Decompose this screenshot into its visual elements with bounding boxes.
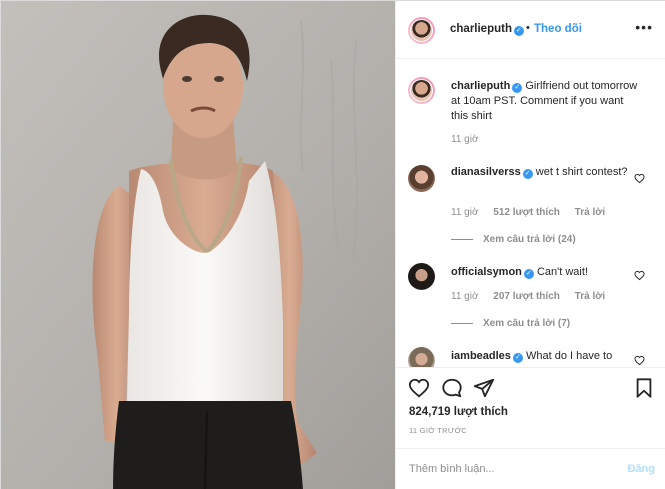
reply-button[interactable]: Trả lời: [575, 291, 605, 302]
post-time-ago[interactable]: 11 GIỜ TRƯỚC: [409, 426, 467, 435]
comment-avatar[interactable]: [408, 347, 435, 367]
comment-avatar[interactable]: [408, 263, 435, 290]
comment-meta: 11 giờ 512 lượt thích Trả lời: [451, 207, 617, 218]
comment-item: dianasilverss ✓ wet t shirt contest? 11 g…: [396, 163, 665, 253]
comment-item: iambeadles ✓ What do I have to: [396, 347, 665, 367]
caption-text: charlieputh ✓ Girlfriend out tomorrow at …: [451, 79, 641, 124]
comment-like-heart-icon[interactable]: [634, 173, 645, 184]
post-side-panel: charlieputh ✓ • Theo dõi ••• charlieputh ✓…: [395, 1, 665, 489]
bookmark-icon[interactable]: [633, 377, 655, 399]
comment-body: What do I have to: [525, 350, 613, 362]
heart-icon[interactable]: [408, 377, 430, 399]
caption-username[interactable]: charlieputh: [451, 80, 510, 92]
view-replies-link[interactable]: Xem câu trả lời (7): [451, 318, 570, 329]
verified-badge-icon: ✓: [522, 169, 533, 179]
comment-text: officialsymon ✓ Can't wait!: [451, 265, 641, 280]
post-caption: charlieputh ✓ Girlfriend out tomorrow at …: [396, 75, 665, 155]
comment-body: wet t shirt contest?: [535, 166, 628, 178]
comment-avatar[interactable]: [408, 165, 435, 192]
comment-username[interactable]: iambeadles: [451, 350, 511, 362]
verified-badge-icon: ✓: [512, 83, 523, 93]
paper-plane-icon[interactable]: [473, 377, 495, 399]
post-header: charlieputh ✓ • Theo dõi •••: [396, 1, 665, 59]
post-comment-button[interactable]: Đăng: [628, 463, 656, 475]
comment-like-heart-icon[interactable]: [634, 355, 645, 366]
comment-text: iambeadles ✓ What do I have to: [451, 349, 641, 364]
replies-divider: [451, 322, 473, 324]
verified-badge-icon: ✓: [523, 269, 534, 279]
author-avatar[interactable]: [408, 17, 435, 44]
author-username[interactable]: charlieputh ✓: [450, 23, 524, 36]
comment-body: Can't wait!: [536, 266, 588, 278]
caption-time[interactable]: 11 giờ: [451, 134, 479, 145]
comment-meta: 11 giờ 207 lượt thích Trả lời: [451, 291, 617, 302]
view-replies-link[interactable]: Xem câu trả lời (24): [451, 234, 576, 245]
man-in-white-tank-top-image: [1, 1, 395, 489]
post-like-count[interactable]: 824,719 lượt thích: [409, 406, 508, 418]
comment-likes[interactable]: 207 lượt thích: [493, 291, 560, 302]
more-options-icon[interactable]: •••: [635, 19, 653, 35]
view-replies-text[interactable]: Xem câu trả lời (24): [483, 234, 576, 245]
caption-meta: 11 giờ: [451, 134, 491, 145]
verified-badge-icon: ✓: [513, 26, 524, 36]
comment-username[interactable]: officialsymon: [451, 266, 522, 278]
comment-likes[interactable]: 512 lượt thích: [493, 207, 560, 218]
add-comment-bar: Đăng: [396, 448, 665, 488]
follow-button[interactable]: Theo dõi: [534, 23, 582, 35]
comment-username[interactable]: dianasilverss: [451, 166, 521, 178]
separator-dot: •: [526, 22, 530, 34]
caption-author-avatar[interactable]: [408, 77, 435, 104]
reply-button[interactable]: Trả lời: [575, 207, 605, 218]
comment-text: dianasilverss ✓ wet t shirt contest?: [451, 165, 641, 180]
comment-bubble-icon[interactable]: [441, 377, 463, 399]
comment-time[interactable]: 11 giờ: [451, 291, 479, 302]
comment-like-heart-icon[interactable]: [634, 270, 645, 281]
comment-time[interactable]: 11 giờ: [451, 207, 479, 218]
view-replies-text[interactable]: Xem câu trả lời (7): [483, 318, 570, 329]
post-actions: 824,719 lượt thích 11 GIỜ TRƯỚC Đăng: [396, 367, 665, 487]
comment-item: officialsymon ✓ Can't wait! 11 giờ 207 lư…: [396, 263, 665, 339]
post-photo[interactable]: [1, 1, 395, 489]
verified-badge-icon: ✓: [512, 353, 523, 363]
comment-input[interactable]: [409, 461, 609, 477]
replies-divider: [451, 238, 473, 240]
author-username-text[interactable]: charlieputh: [450, 23, 512, 35]
post-modal: charlieputh ✓ • Theo dõi ••• charlieputh ✓…: [0, 0, 665, 489]
